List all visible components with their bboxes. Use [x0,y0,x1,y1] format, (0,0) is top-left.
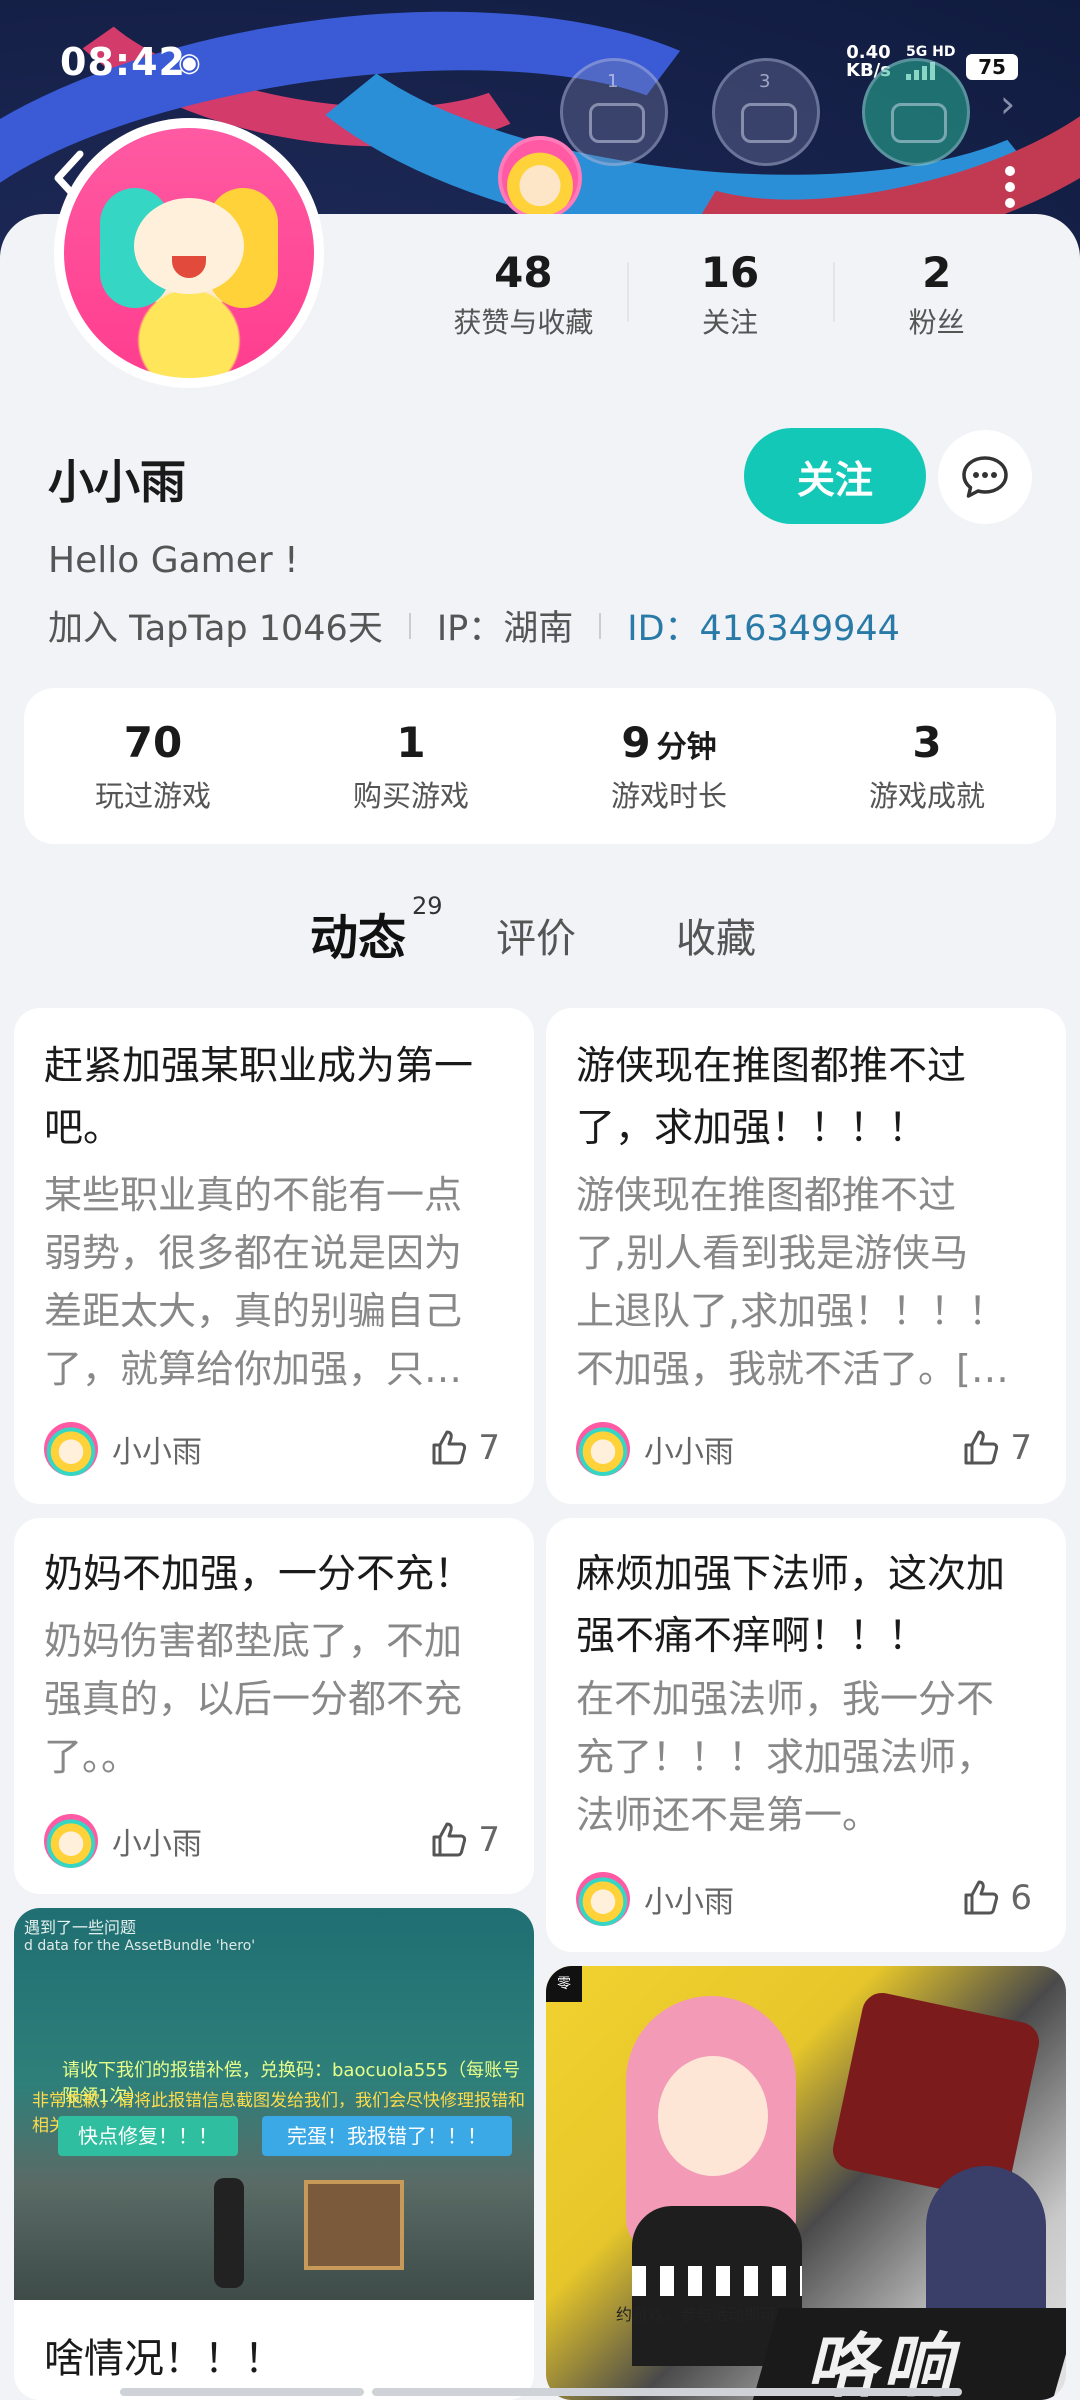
like-button[interactable]: 7 [960,1428,1032,1468]
chat-icon [962,456,1008,498]
tab-reviews[interactable]: 评价 [496,906,576,964]
thumbs-up-icon [964,1430,999,1465]
chevron-right-icon[interactable]: › [1000,82,1015,126]
post-card[interactable]: 赶紧加强某职业成为第一 吧。 某些职业真的不能有一点 弱势，很多都在说是因为 差距太大… [14,1008,534,1504]
stat-likes[interactable]: 48 获赞与收藏 [420,248,627,341]
gesture-bar [120,2388,364,2396]
like-button[interactable]: 7 [428,1428,500,1468]
game-stats-card: 70 玩过游戏 1 购买游戏 9 分钟 游戏时长 3 游戏成就 [24,688,1056,844]
post-title: 麻烦加强下法师，这次加 强不痛不痒啊！！！ [576,1552,1006,1659]
achievement-badge-2[interactable]: 3 [712,58,820,166]
tab-feed[interactable]: 动态 29 [310,892,443,968]
battery-icon: 75 [966,54,1018,80]
gesture-bar [372,2388,962,2396]
profile-page: 08:42 ◉ 0.40 KB/s 5G HD 75 1 3 › 48 获赞与收… [0,0,1080,2400]
follow-button[interactable]: 关注 [744,428,926,524]
post-card[interactable]: 游侠现在推图都推不过 了，求加强！！！！ 游侠现在推图都推不过 了,别人看到我是游侠… [546,1008,1066,1504]
post-title: 游侠现在推图都推不过 了，求加强！！！！ [576,1044,967,1151]
thumbs-up-icon [432,1430,467,1465]
stat-following[interactable]: 16 关注 [626,248,834,341]
thumbs-up-icon [964,1880,999,1915]
post-artwork: 咯响 零 约游戏、参与活动即可 [546,1966,1066,2400]
avatar [576,1872,630,1926]
post-title: 啥情况！！！ [44,2336,284,2382]
weibo-notification-icon: ◉ [178,48,201,78]
message-button[interactable] [938,430,1032,524]
stat-achievements[interactable]: 3 游戏成就 [798,718,1056,815]
post-screenshot: 遇到了一些问题 d data for the AssetBundle 'hero… [14,1908,534,2300]
user-id[interactable]: ID：416349944 [627,600,900,651]
avatar [44,1814,98,1868]
post-excerpt: 在不加强法师，我一分不 充了！！！求加强法师， 法师还不是第一。 [576,1677,995,1837]
post-author[interactable]: 小小雨 [44,1814,202,1868]
social-stats: 48 获赞与收藏 16 关注 2 粉丝 [420,248,1040,341]
profile-meta: 加入 TapTap 1046天 IP：湖南 ID：416349944 [48,600,900,651]
like-button[interactable]: 7 [428,1820,500,1860]
stat-games-purchased[interactable]: 1 购买游戏 [282,718,540,815]
status-time: 08:42 [60,40,186,84]
ip-location: IP：湖南 [436,609,574,649]
stat-followers[interactable]: 2 粉丝 [833,248,1040,341]
content-tabs: 动态 29 评价 收藏 [0,892,1080,976]
avatar[interactable] [54,118,324,388]
achievement-badge-3[interactable] [862,58,970,166]
stat-play-time[interactable]: 9 分钟 游戏时长 [540,718,798,815]
post-excerpt: 奶妈伤害都垫底了，不加 强真的，以后一分都不充 了。。 [44,1619,463,1779]
thumbs-up-icon [432,1822,467,1857]
avatar [44,1422,98,1476]
more-options-button[interactable] [1000,160,1020,208]
avatar [576,1422,630,1476]
mini-avatar [498,136,582,220]
username: 小小雨 [48,455,186,509]
post-author[interactable]: 小小雨 [44,1422,202,1476]
post-card[interactable]: 麻烦加强下法师，这次加 强不痛不痒啊！！！ 在不加强法师，我一分不 充了！！！求加强… [546,1518,1066,1952]
stat-games-played[interactable]: 70 玩过游戏 [24,718,282,815]
achievement-badge-1[interactable]: 1 [560,58,668,166]
post-card-image[interactable]: 咯响 零 约游戏、参与活动即可 [546,1966,1066,2400]
post-title: 赶紧加强某职业成为第一 吧。 [44,1044,474,1151]
profile-bio: Hello Gamer ! [48,540,299,581]
post-card[interactable]: 奶妈不加强，一分不充！ 奶妈伤害都垫底了，不加 强真的，以后一分都不充 了。。 小小… [14,1518,534,1894]
post-title: 奶妈不加强，一分不充！ [44,1552,474,1597]
post-author[interactable]: 小小雨 [576,1872,734,1926]
join-info: 加入 TapTap 1046天 [48,609,383,649]
post-excerpt: 游侠现在推图都推不过 了,别人看到我是游侠马 上退队了,求加强！！！！ 不加强，我就不… [576,1173,1009,1391]
post-excerpt: 某些职业真的不能有一点 弱势，很多都在说是因为 差距太大，真的别骗自己 了，就算给你加… [44,1173,463,1391]
like-button[interactable]: 6 [960,1878,1032,1918]
tab-favorites[interactable]: 收藏 [676,906,756,964]
post-author[interactable]: 小小雨 [576,1422,734,1476]
